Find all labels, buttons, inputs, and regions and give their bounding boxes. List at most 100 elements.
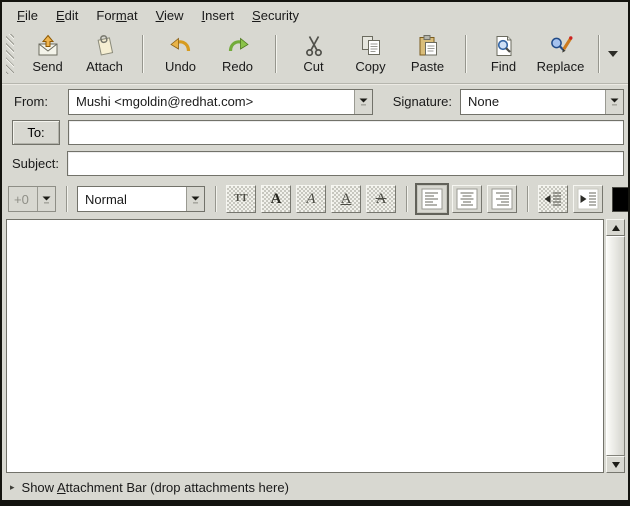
align-right-icon <box>491 188 513 210</box>
format-toolbar: +0 Normal TT A A A A <box>2 180 628 218</box>
replace-icon <box>549 34 573 58</box>
subject-input[interactable] <box>67 151 624 176</box>
menu-edit[interactable]: Edit <box>47 6 87 25</box>
expander-triangle-icon: ▸ <box>10 483 15 492</box>
unindent-icon <box>542 188 564 210</box>
strikethrough-icon: A <box>376 192 387 207</box>
format-separator <box>527 186 528 212</box>
from-label: From: <box>6 94 58 109</box>
menu-view[interactable]: View <box>147 6 193 25</box>
strikethrough-toggle-button[interactable]: A <box>366 185 396 213</box>
signature-label: Signature: <box>385 94 452 109</box>
toolbar-separator <box>598 35 599 73</box>
send-icon <box>36 34 60 58</box>
align-right-button[interactable] <box>487 185 517 213</box>
font-color-swatch[interactable] <box>612 187 630 212</box>
toolbar-grip-handle[interactable] <box>6 34 14 74</box>
bold-toggle-button[interactable]: A <box>261 185 291 213</box>
cut-button[interactable]: Cut <box>285 29 342 79</box>
subject-row: Subject: <box>6 149 624 178</box>
copy-label: Copy <box>355 59 385 74</box>
menu-insert[interactable]: Insert <box>193 6 244 25</box>
indent-button[interactable] <box>573 185 603 213</box>
signature-value: None <box>461 94 605 109</box>
replace-button[interactable]: Replace <box>532 29 589 79</box>
main-toolbar: Send Attach Undo Redo Cut <box>2 27 628 84</box>
format-separator <box>66 186 67 212</box>
scrollbar-thumb[interactable] <box>606 236 625 456</box>
toolbar-separator <box>142 35 143 73</box>
from-select[interactable]: Mushi <mgoldin@redhat.com> <box>68 89 373 115</box>
to-button[interactable]: To: <box>12 120 60 145</box>
message-headers: From: Mushi <mgoldin@redhat.com> Signatu… <box>2 84 628 180</box>
subject-label: Subject: <box>6 156 58 171</box>
italic-toggle-button[interactable]: A <box>296 185 326 213</box>
menu-security[interactable]: Security <box>243 6 308 25</box>
menu-file[interactable]: File <box>8 6 47 25</box>
align-center-button[interactable] <box>452 185 482 213</box>
message-body-editor[interactable] <box>6 219 604 473</box>
arrow-down-icon <box>612 462 620 468</box>
to-input[interactable] <box>68 120 624 145</box>
typewriter-icon: TT <box>234 194 247 204</box>
undo-icon <box>169 34 193 58</box>
align-center-icon <box>456 188 478 210</box>
undo-button[interactable]: Undo <box>152 29 209 79</box>
italic-icon: A <box>306 192 315 207</box>
bold-icon: A <box>271 192 282 207</box>
redo-icon <box>226 34 250 58</box>
message-body-area <box>6 219 625 473</box>
paragraph-style-select[interactable]: Normal <box>77 186 205 212</box>
find-label: Find <box>491 59 516 74</box>
cut-icon <box>302 34 326 58</box>
attachment-bar-toggle[interactable]: ▸ Show Attachment Bar (drop attachments … <box>2 475 628 500</box>
paste-label: Paste <box>411 59 444 74</box>
format-separator <box>215 186 216 212</box>
vertical-scrollbar[interactable] <box>606 219 625 473</box>
find-button[interactable]: Find <box>475 29 532 79</box>
to-row: To: <box>6 118 624 147</box>
redo-label: Redo <box>222 59 253 74</box>
menu-format[interactable]: Format <box>87 6 146 25</box>
format-separator <box>406 186 407 212</box>
attach-button[interactable]: Attach <box>76 29 133 79</box>
composer-window: File Edit Format View Insert Security Se… <box>0 0 630 506</box>
redo-button[interactable]: Redo <box>209 29 266 79</box>
font-size-select[interactable]: +0 <box>8 186 56 212</box>
font-size-value: +0 <box>9 192 37 207</box>
from-value: Mushi <mgoldin@redhat.com> <box>69 94 354 109</box>
paste-button[interactable]: Paste <box>399 29 456 79</box>
replace-label: Replace <box>537 59 585 74</box>
underline-icon: A <box>341 192 352 207</box>
find-icon <box>492 34 516 58</box>
menubar: File Edit Format View Insert Security <box>2 2 628 27</box>
arrow-up-icon <box>612 225 620 231</box>
copy-icon <box>359 34 383 58</box>
from-row: From: Mushi <mgoldin@redhat.com> Signatu… <box>6 87 624 116</box>
scroll-down-button[interactable] <box>606 456 625 473</box>
from-dropdown-arrow-icon[interactable] <box>354 90 372 114</box>
toolbar-overflow-chevron-icon[interactable] <box>608 51 618 57</box>
attach-icon <box>93 34 117 58</box>
cut-label: Cut <box>303 59 323 74</box>
paragraph-style-value: Normal <box>78 192 186 207</box>
font-size-dropdown-arrow-icon[interactable] <box>37 187 55 211</box>
unindent-button[interactable] <box>538 185 568 213</box>
paragraph-style-dropdown-arrow-icon[interactable] <box>186 187 204 211</box>
signature-select[interactable]: None <box>460 89 624 115</box>
toolbar-separator <box>465 35 466 73</box>
paste-icon <box>416 34 440 58</box>
typewriter-toggle-button[interactable]: TT <box>226 185 256 213</box>
copy-button[interactable]: Copy <box>342 29 399 79</box>
align-left-icon <box>421 188 443 210</box>
attachment-bar-label: Show Attachment Bar (drop attachments he… <box>22 480 289 495</box>
undo-label: Undo <box>165 59 196 74</box>
underline-toggle-button[interactable]: A <box>331 185 361 213</box>
align-left-button[interactable] <box>417 185 447 213</box>
attach-label: Attach <box>86 59 123 74</box>
signature-dropdown-arrow-icon[interactable] <box>605 90 623 114</box>
indent-icon <box>577 188 599 210</box>
scroll-up-button[interactable] <box>606 219 625 236</box>
toolbar-separator <box>275 35 276 73</box>
send-button[interactable]: Send <box>19 29 76 79</box>
